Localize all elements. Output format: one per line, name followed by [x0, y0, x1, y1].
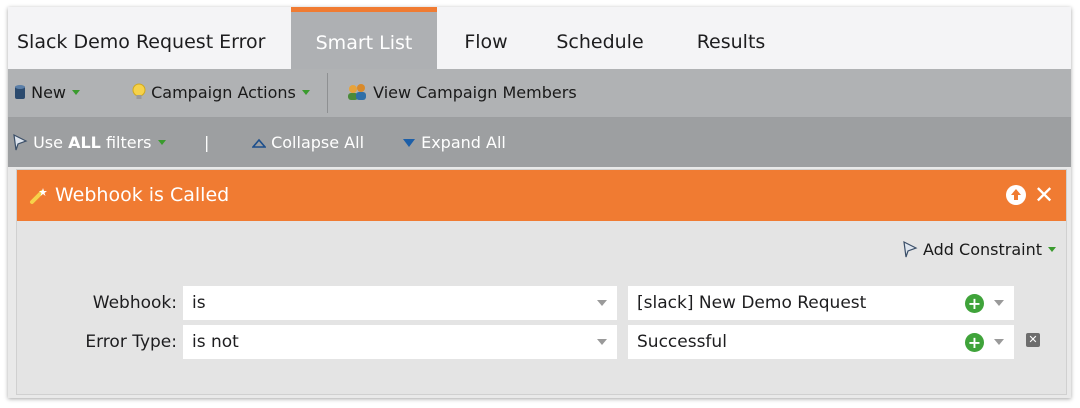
expand-all-button[interactable]: Expand All	[402, 118, 506, 167]
error-type-value-select[interactable]: Successful +	[628, 325, 1014, 359]
chevron-down-icon	[597, 300, 607, 306]
action-toolbar: New Campaign Actions View Campaign Membe…	[8, 69, 1071, 118]
chevron-down-icon	[1048, 247, 1056, 252]
collapse-all-label: Collapse All	[271, 133, 365, 152]
chevron-down-icon	[72, 90, 80, 95]
db-icon	[15, 85, 25, 99]
campaign-title: Slack Demo Request Error	[17, 31, 266, 53]
error-type-operator-select[interactable]: is not	[183, 325, 617, 359]
new-menu-button[interactable]: New	[14, 69, 80, 117]
use-all-bold: ALL	[68, 133, 101, 152]
chevron-down-icon	[994, 300, 1004, 306]
view-campaign-members-button[interactable]: View Campaign Members	[346, 69, 577, 117]
use-prefix: Use	[33, 133, 63, 152]
close-icon[interactable]: ✕	[1032, 181, 1056, 209]
use-all-filters-button[interactable]: Use ALL filters	[12, 118, 166, 167]
webhook-value: [slack] New Demo Request	[637, 293, 867, 313]
smart-list-window: Slack Demo Request Error Smart List Flow…	[8, 7, 1071, 398]
add-constraint-button[interactable]: Add Constraint	[902, 238, 1056, 262]
delete-box-icon[interactable]: ✕	[1026, 333, 1040, 347]
webhook-value-select[interactable]: [slack] New Demo Request +	[628, 286, 1014, 320]
tab-bar: Slack Demo Request Error Smart List Flow…	[8, 7, 1071, 70]
collapse-all-button[interactable]: Collapse All	[251, 118, 365, 167]
wand-icon	[30, 188, 47, 204]
chevron-down-icon	[994, 339, 1004, 345]
webhook-operator-value: is	[192, 293, 206, 313]
triangle-down-icon	[403, 139, 415, 147]
chevron-down-icon	[301, 90, 310, 95]
campaign-actions-button[interactable]: Campaign Actions	[132, 69, 310, 117]
lightbulb-icon	[132, 83, 146, 99]
expand-all-label: Expand All	[421, 133, 506, 152]
plus-circle-icon[interactable]: +	[965, 294, 984, 313]
tab-schedule[interactable]: Schedule	[542, 7, 658, 69]
error-type-value: Successful	[637, 332, 727, 352]
chevron-down-icon	[597, 339, 607, 345]
filter-toolbar: Use ALL filters | Collapse All Expand Al…	[8, 118, 1071, 167]
chevron-down-icon	[157, 140, 166, 145]
filter-icon	[13, 133, 28, 151]
filter-title: Webhook is Called	[55, 184, 230, 206]
webhook-label: Webhook:	[92, 293, 177, 313]
tab-flow[interactable]: Flow	[446, 7, 526, 69]
toolbar-divider	[327, 73, 328, 113]
filter-header: Webhook is Called ✕	[17, 170, 1066, 221]
arrow-up-circle-icon[interactable]	[1006, 185, 1026, 205]
people-icon	[348, 84, 366, 100]
tab-smart-list[interactable]: Smart List	[291, 7, 437, 69]
view-members-label: View Campaign Members	[373, 83, 577, 102]
filter-panel: Webhook is Called ✕ Add Constraint Webho…	[16, 169, 1067, 395]
error-type-label: Error Type:	[85, 332, 177, 352]
triangle-up-icon	[251, 138, 267, 148]
filter-icon	[903, 240, 918, 258]
plus-circle-icon[interactable]: +	[965, 333, 984, 352]
campaign-actions-label: Campaign Actions	[151, 83, 296, 102]
use-suffix: filters	[105, 133, 152, 152]
webhook-operator-select[interactable]: is	[183, 286, 617, 320]
error-type-operator-value: is not	[192, 332, 239, 352]
new-label: New	[31, 83, 66, 102]
toolbar-pipe: |	[204, 133, 210, 152]
tab-results[interactable]: Results	[681, 7, 781, 69]
add-constraint-label: Add Constraint	[922, 240, 1042, 259]
